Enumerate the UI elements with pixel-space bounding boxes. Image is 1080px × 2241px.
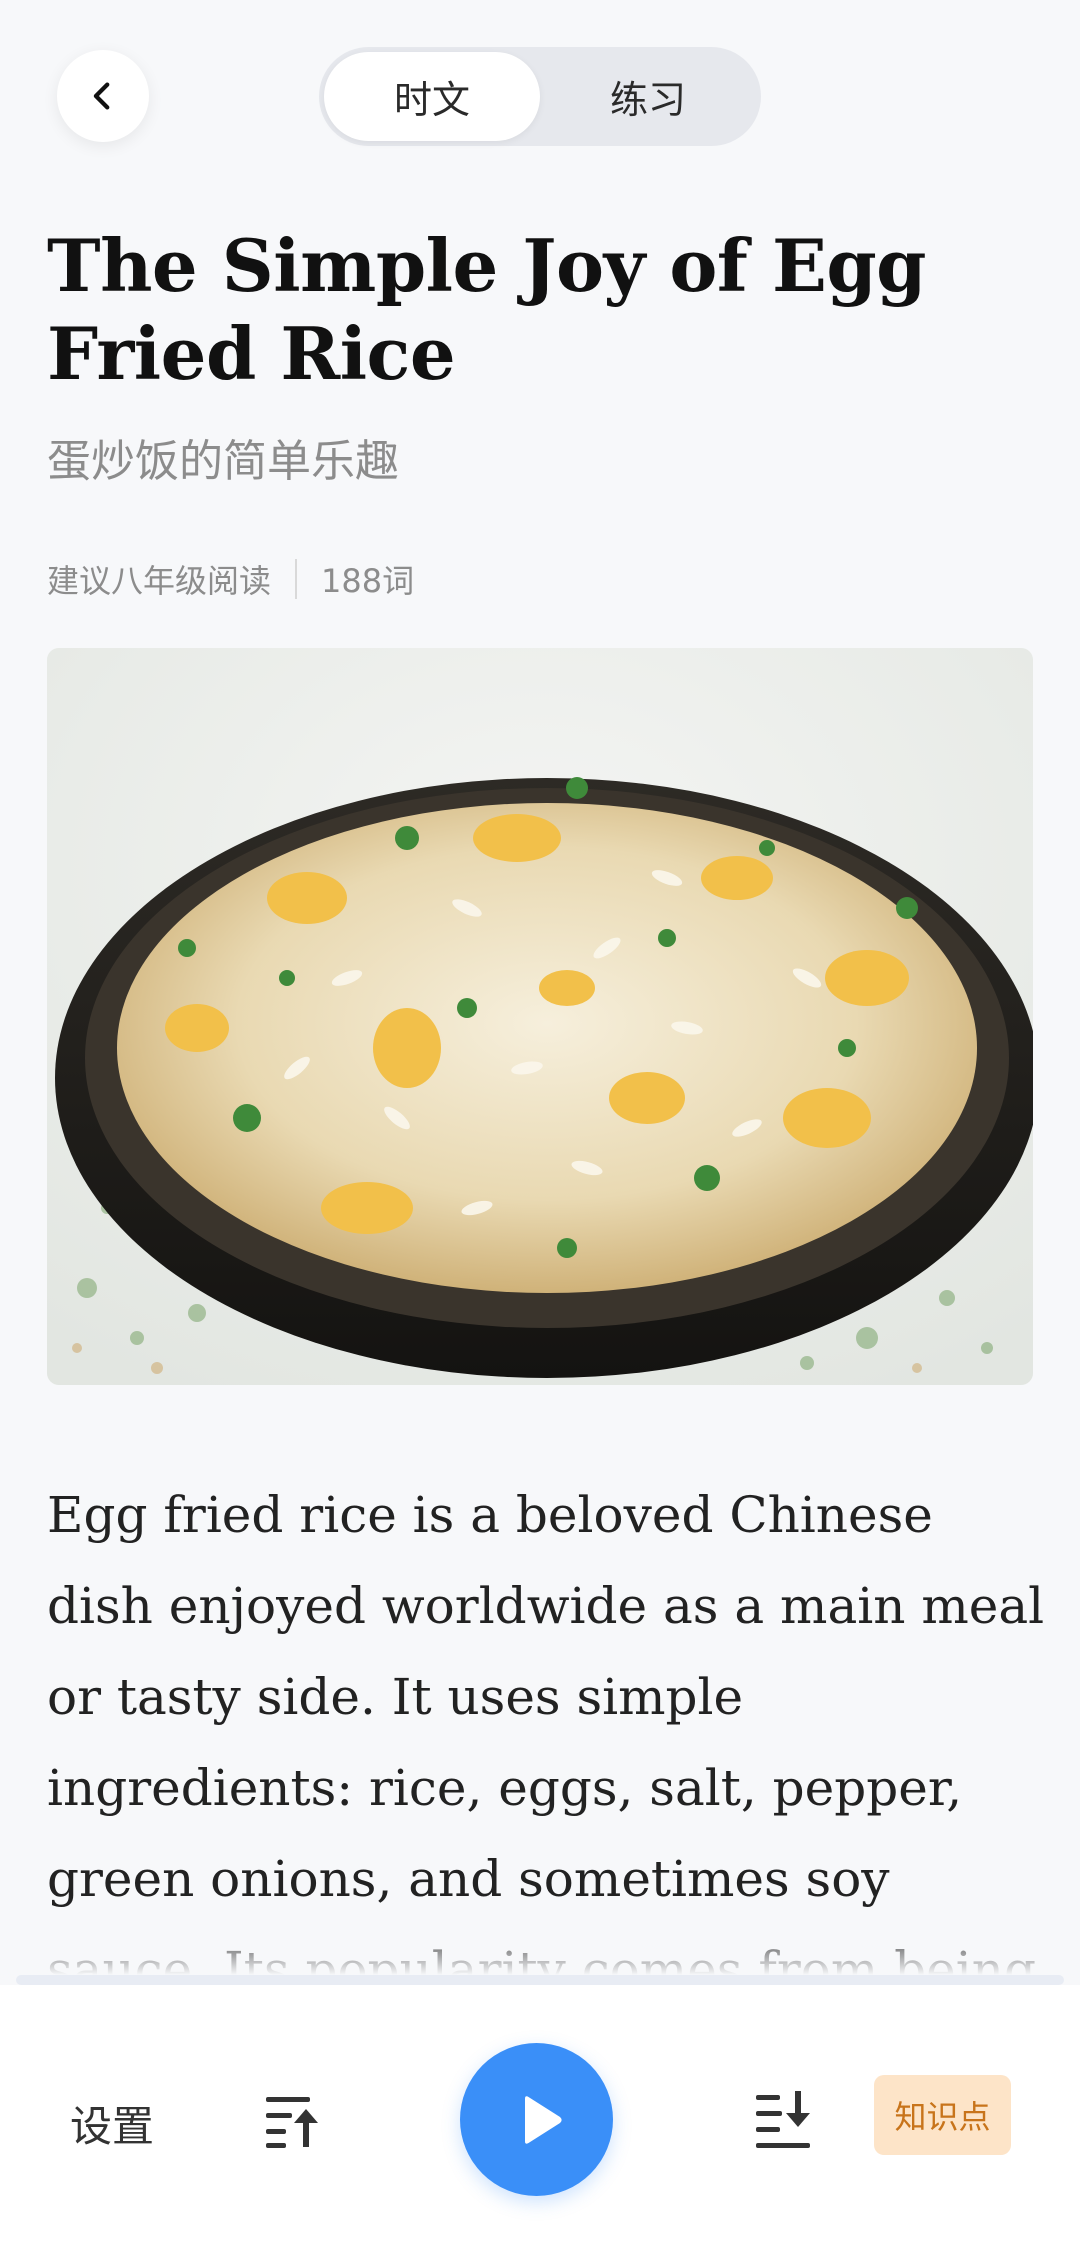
word-count: 188词 [321, 562, 415, 600]
article-title: The Simple Joy of Egg Fried Rice [47, 223, 927, 396]
article-subtitle: 蛋炒饭的简单乐趣 [47, 436, 399, 487]
knowledge-points-button[interactable]: 知识点 [874, 2075, 1011, 2155]
reading-page: 时文 练习 The Simple Joy of Egg Fried Rice 蛋… [0, 0, 1080, 2241]
settings-button[interactable]: 设置 [70, 2093, 154, 2154]
bottom-toolbar: 设置 知识点 [0, 1985, 1080, 2241]
article-image [47, 648, 1033, 1385]
back-button[interactable] [57, 50, 149, 142]
tab-article[interactable]: 时文 [324, 52, 540, 141]
play-icon [524, 2095, 562, 2144]
meta-divider [295, 559, 298, 599]
chevron-left-icon [93, 82, 110, 110]
segmented-tabs: 时文 练习 [319, 47, 761, 146]
list-arrow-up-icon[interactable] [262, 2087, 326, 2151]
article-meta: 建议八年级阅读 188词 [47, 556, 414, 602]
grade-recommendation: 建议八年级阅读 [47, 562, 272, 600]
tab-practice[interactable]: 练习 [540, 52, 756, 141]
reading-progress-bar [16, 1975, 1064, 1985]
play-audio-button[interactable] [460, 2043, 613, 2196]
text-fade-overlay [0, 1925, 1080, 1975]
list-arrow-down-icon[interactable] [752, 2087, 816, 2151]
